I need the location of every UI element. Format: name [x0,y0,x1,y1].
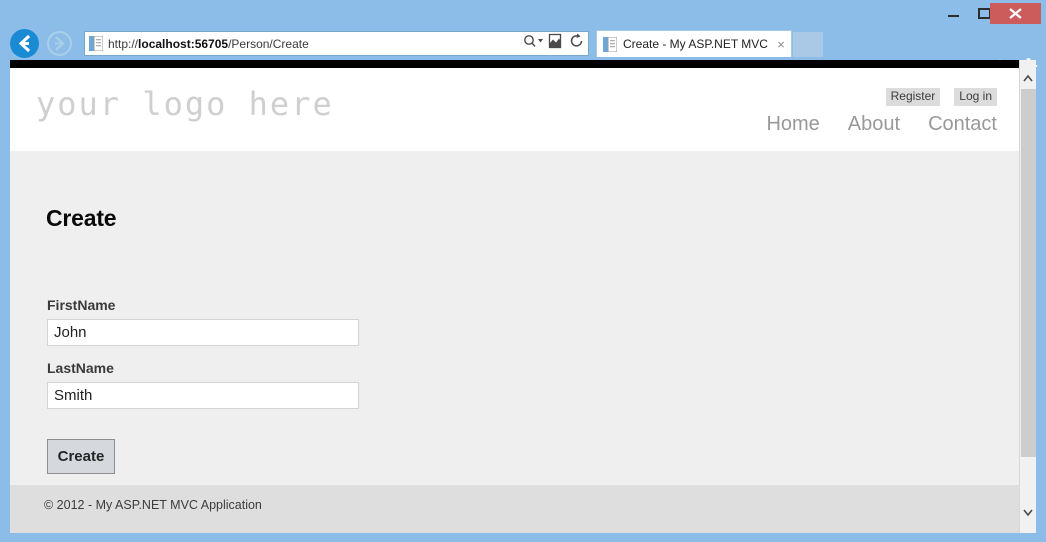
nav-link-home[interactable]: Home [766,113,819,136]
site-footer: © 2012 - My ASP.NET MVC Application [10,485,1019,533]
page-top-bar [10,60,1019,68]
close-button[interactable] [990,3,1041,24]
url-text: http://localhost:56705/Person/Create [108,37,522,51]
browser-viewport: your logo here Register Log in Home Abou… [10,60,1036,533]
page-content: your logo here Register Log in Home Abou… [10,68,1019,533]
firstname-input[interactable] [47,319,359,346]
lastname-input[interactable] [47,382,359,409]
nav-link-contact[interactable]: Contact [928,113,997,136]
compatibility-glyph-icon [548,33,562,49]
main-navigation: Home About Contact [766,113,997,136]
browser-tab[interactable]: Create - My ASP.NET MVC ... × [596,30,792,57]
url-prefix: http:// [108,36,139,51]
url-host: localhost:56705 [138,36,229,51]
vertical-scrollbar[interactable] [1019,60,1036,533]
site-header: your logo here Register Log in Home Abou… [10,68,1019,151]
login-button[interactable]: Log in [954,88,997,106]
back-button[interactable] [10,29,39,58]
compatibility-view-icon[interactable] [544,33,566,54]
minimize-button[interactable] [938,3,968,24]
back-arrow-icon [18,34,31,53]
register-button[interactable]: Register [885,88,941,106]
tab-close-icon[interactable]: × [771,37,791,52]
firstname-label: FirstName [47,297,116,313]
scroll-down-button[interactable] [1020,504,1036,521]
new-tab-button[interactable] [793,32,823,57]
forward-arrow-icon [55,36,65,51]
site-logo[interactable]: your logo here [36,85,334,123]
url-path: /Person/Create [228,36,309,51]
chevron-up-icon [1023,74,1033,82]
title-bar [0,0,1046,26]
refresh-icon[interactable] [566,33,588,54]
close-icon [1009,8,1022,19]
search-glyph-icon [524,35,543,47]
tab-title: Create - My ASP.NET MVC ... [623,37,771,51]
footer-copyright: © 2012 - My ASP.NET MVC Application [44,498,262,512]
refresh-glyph-icon [570,33,583,47]
auth-links: Register Log in [885,88,997,106]
navigation-bar: http://localhost:56705/Person/Create Cre… [0,26,1046,75]
chevron-down-icon [1023,509,1033,517]
scrollbar-thumb[interactable] [1021,89,1036,457]
page-favicon-icon [89,36,103,51]
address-bar[interactable]: http://localhost:56705/Person/Create [84,31,589,56]
create-submit-button[interactable]: Create [47,439,115,474]
tab-favicon-icon [603,36,617,52]
search-icon[interactable] [522,33,544,54]
page-title: Create [46,205,117,231]
browser-window: http://localhost:56705/Person/Create Cre… [0,0,1046,542]
scroll-up-button[interactable] [1020,70,1036,87]
nav-link-about[interactable]: About [848,113,900,136]
forward-button[interactable] [47,31,72,56]
lastname-label: LastName [47,360,114,376]
main-body: Create FirstName LastName Create Back to… [10,151,1019,508]
minimize-icon [948,15,959,17]
